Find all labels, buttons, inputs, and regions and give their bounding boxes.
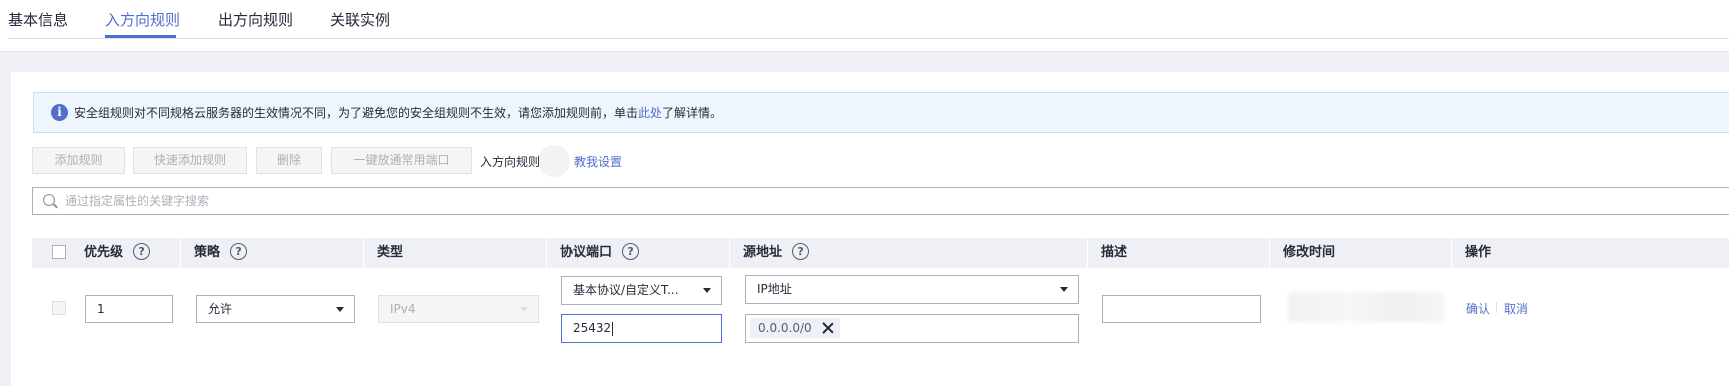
- source-address-tag-label: 0.0.0.0/0: [758, 321, 812, 335]
- column-divider: [363, 238, 364, 268]
- chevron-down-icon: [1060, 287, 1068, 292]
- text-cursor: [612, 321, 614, 336]
- column-divider: [180, 238, 181, 268]
- teach-me-link[interactable]: 教我设置: [574, 153, 622, 170]
- add-rule-button[interactable]: 添加规则: [32, 147, 125, 174]
- chevron-down-icon: [336, 307, 344, 312]
- priority-help-icon[interactable]: ?: [133, 243, 151, 260]
- policy-value: 允许: [208, 302, 233, 316]
- type-select: IPv4: [378, 295, 539, 323]
- column-divider: [1087, 238, 1088, 268]
- open-common-ports-button[interactable]: 一键放通常用端口: [331, 147, 472, 174]
- type-value: IPv4: [390, 302, 416, 316]
- banner-text-before: 安全组规则对不同规格云服务器的生效情况不同，为了避免您的安全组规则不生效，请您添…: [74, 106, 639, 120]
- policy-help-icon[interactable]: ?: [230, 243, 248, 260]
- source-type-select[interactable]: IP地址: [745, 275, 1079, 304]
- source-help-icon[interactable]: ?: [792, 243, 810, 260]
- confirm-button[interactable]: 确认: [1466, 300, 1490, 317]
- banner-text-after: 了解详情。: [662, 106, 723, 120]
- direction-label: 入方向规则: [480, 155, 541, 169]
- header-type: 类型: [377, 245, 404, 260]
- delete-button[interactable]: 删除: [256, 147, 322, 174]
- port-value: 25432: [573, 321, 612, 335]
- search-icon: [43, 194, 55, 206]
- protocol-value: 基本协议/自定义T...: [573, 283, 679, 297]
- guide-avatar: [538, 145, 570, 177]
- chevron-down-icon: [520, 307, 528, 312]
- tab-inbound-rules[interactable]: 入方向规则: [105, 9, 180, 30]
- section-separator: [0, 51, 1729, 72]
- action-divider: [1496, 302, 1497, 313]
- header-modified-time: 修改时间: [1283, 245, 1336, 260]
- source-address-tag: 0.0.0.0/0: [750, 318, 840, 338]
- modified-time-redacted: [1288, 292, 1444, 322]
- table-header: 优先级? 策略? 类型 协议端口? 源地址? 描述 修改时间 操作: [32, 238, 1729, 268]
- header-priority: 优先级?: [84, 238, 151, 268]
- page-left-gutter: [0, 71, 11, 386]
- tab-outbound-rules[interactable]: 出方向规则: [218, 9, 293, 30]
- chevron-down-icon: [703, 288, 711, 293]
- priority-input[interactable]: 1: [85, 295, 173, 323]
- tabs-divider: [8, 38, 1729, 39]
- row-checkbox: [52, 301, 66, 315]
- description-input[interactable]: [1102, 295, 1261, 323]
- column-divider: [1451, 238, 1452, 268]
- banner-text: 安全组规则对不同规格云服务器的生效情况不同，为了避免您的安全组规则不生效，请您添…: [74, 104, 722, 121]
- search-input[interactable]: [65, 188, 1665, 214]
- info-banner: i 安全组规则对不同规格云服务器的生效情况不同，为了避免您的安全组规则不生效，请…: [33, 92, 1729, 133]
- close-icon[interactable]: [822, 322, 834, 334]
- policy-select[interactable]: 允许: [196, 295, 355, 323]
- header-policy: 策略?: [194, 238, 248, 268]
- source-type-value: IP地址: [757, 282, 792, 296]
- cancel-button[interactable]: 取消: [1504, 300, 1528, 317]
- column-divider: [546, 238, 547, 268]
- source-address-input[interactable]: 0.0.0.0/0: [745, 314, 1079, 343]
- details-link[interactable]: 此处: [638, 106, 662, 120]
- quick-add-rule-button[interactable]: 快速添加规则: [133, 147, 247, 174]
- port-input[interactable]: 25432: [561, 314, 722, 343]
- select-all-checkbox[interactable]: [52, 245, 66, 259]
- header-actions: 操作: [1465, 245, 1492, 260]
- protocol-select[interactable]: 基本协议/自定义T...: [561, 276, 722, 305]
- tab-associated-instances[interactable]: 关联实例: [330, 9, 390, 30]
- column-divider: [729, 238, 730, 268]
- column-divider: [1269, 238, 1270, 268]
- info-icon: i: [51, 104, 68, 121]
- protocol-port-help-icon[interactable]: ?: [622, 243, 640, 260]
- header-source: 源地址?: [743, 238, 810, 268]
- header-description: 描述: [1101, 245, 1128, 260]
- search-box: [32, 187, 1729, 215]
- header-protocol-port: 协议端口?: [560, 238, 640, 268]
- tab-basic-info[interactable]: 基本信息: [8, 9, 68, 30]
